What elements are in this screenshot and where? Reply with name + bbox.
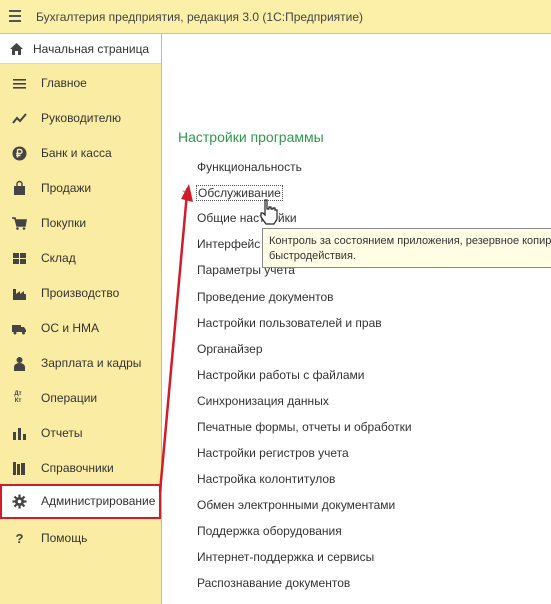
sidebar-item-operations[interactable]: Дт Кт Операции xyxy=(0,381,161,416)
link-organizer[interactable]: Органайзер xyxy=(197,342,263,356)
sidebar-item-label: Справочники xyxy=(41,461,114,475)
sidebar-item-administration[interactable]: Администрирование xyxy=(0,484,161,519)
sidebar-item-label: ОС и НМА xyxy=(41,321,100,335)
sidebar-item-salary[interactable]: Зарплата и кадры xyxy=(0,346,161,381)
help-icon: ? xyxy=(15,531,24,546)
sidebar-item-main[interactable]: Главное xyxy=(0,66,161,101)
sidebar-item-label: Помощь xyxy=(41,531,88,545)
link-general-settings[interactable]: Общие настройки xyxy=(197,211,297,225)
sidebar-item-label: Зарплата и кадры xyxy=(41,356,142,370)
link-document-posting[interactable]: Проведение документов xyxy=(197,290,334,304)
sidebar-item-production[interactable]: Производство xyxy=(0,276,161,311)
sidebar-item-label: Производство xyxy=(41,286,120,300)
sidebar-item-label: Банк и касса xyxy=(41,146,112,160)
warehouse-icon xyxy=(13,253,26,264)
gear-icon xyxy=(12,494,27,509)
content-area: Настройки программы ★ Функциональность О… xyxy=(162,34,551,604)
sidebar-item-label: Руководителю xyxy=(41,111,122,125)
sidebar-item-label: Администрирование xyxy=(41,494,156,508)
list-icon xyxy=(13,79,26,89)
favorite-star-icon[interactable]: ★ xyxy=(181,185,192,199)
person-icon xyxy=(14,357,25,371)
link-functionality[interactable]: Функциональность xyxy=(197,160,302,174)
sections-panel: Начальная страница Главное Руководителю … xyxy=(0,34,162,604)
sidebar-item-label: Операции xyxy=(41,391,98,405)
books-icon xyxy=(13,462,25,475)
menu-icon[interactable] xyxy=(9,10,21,22)
trend-icon xyxy=(12,113,27,124)
factory-icon xyxy=(13,289,26,300)
truck-icon xyxy=(12,325,26,335)
sidebar-item-director[interactable]: Руководителю xyxy=(0,101,161,136)
sidebar-item-reports[interactable]: Отчеты xyxy=(0,416,161,451)
tooltip-line: быстродействия. xyxy=(269,250,356,262)
hand-cursor-icon xyxy=(260,199,278,225)
cart-icon xyxy=(12,217,27,230)
dt-kt-icon: Дт Кт xyxy=(14,391,22,404)
link-registers-settings[interactable]: Настройки регистров учета xyxy=(197,446,349,460)
bag-icon xyxy=(14,180,25,195)
link-headers-footers[interactable]: Настройка колонтитулов xyxy=(197,472,335,486)
link-data-sync[interactable]: Синхронизация данных xyxy=(197,394,329,408)
tooltip-line: Контроль за состоянием приложения, резер… xyxy=(269,235,551,247)
window-title: Бухгалтерия предприятия, редакция 3.0 (1… xyxy=(36,10,364,24)
link-document-recognition[interactable]: Распознавание документов xyxy=(197,576,350,590)
sidebar-item-label: Продажи xyxy=(41,181,92,195)
link-internet-support[interactable]: Интернет-поддержка и сервисы xyxy=(197,550,374,564)
sidebar-item-warehouse[interactable]: Склад xyxy=(0,241,161,276)
ruble-icon xyxy=(12,146,27,161)
link-files-settings[interactable]: Настройки работы с файлами xyxy=(197,368,364,382)
sidebar-item-bank[interactable]: Банк и касса xyxy=(0,136,161,171)
link-interface[interactable]: Интерфейс xyxy=(197,237,260,251)
sidebar-item-sales[interactable]: Продажи xyxy=(0,171,161,206)
link-edi-exchange[interactable]: Обмен электронными документами xyxy=(197,498,395,512)
home-page-tab[interactable]: Начальная страница xyxy=(0,34,161,64)
sidebar-item-purchases[interactable]: Покупки xyxy=(0,206,161,241)
sidebar-item-label: Покупки xyxy=(41,216,87,230)
sidebar-item-label: Отчеты xyxy=(41,426,83,440)
tab-strip xyxy=(162,34,551,64)
tooltip: Контроль за состоянием приложения, резер… xyxy=(262,228,551,268)
home-icon xyxy=(10,43,23,55)
section-title: Настройки программы xyxy=(178,129,324,145)
sidebar-item-assets[interactable]: ОС и НМА xyxy=(0,311,161,346)
sidebar-item-label: Склад xyxy=(41,251,76,265)
link-print-forms[interactable]: Печатные формы, отчеты и обработки xyxy=(197,420,412,434)
sidebar-item-label: Главное xyxy=(41,76,87,90)
bar-chart-icon xyxy=(13,428,26,440)
link-users-rights[interactable]: Настройки пользователей и прав xyxy=(197,316,382,330)
sidebar-item-help[interactable]: ? Помощь xyxy=(0,521,161,556)
home-page-tab-label: Начальная страница xyxy=(33,42,150,56)
title-bar: Бухгалтерия предприятия, редакция 3.0 (1… xyxy=(0,0,551,34)
link-equipment-support[interactable]: Поддержка оборудования xyxy=(197,524,342,538)
sidebar-item-catalogs[interactable]: Справочники xyxy=(0,451,161,486)
